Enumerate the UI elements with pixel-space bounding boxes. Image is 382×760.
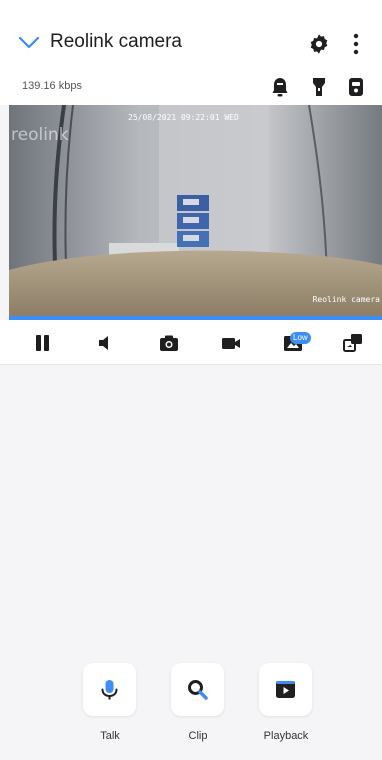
chevron-down-icon[interactable] — [18, 36, 40, 50]
search-icon — [188, 680, 208, 700]
record-video-icon[interactable] — [220, 332, 242, 354]
video-camera-label: Reolink camera — [312, 295, 380, 304]
camera-snapshot-icon[interactable] — [158, 332, 180, 354]
bitrate-readout: 139.16 kbps — [22, 80, 82, 92]
talk-button[interactable] — [83, 663, 136, 716]
gear-icon[interactable] — [308, 33, 330, 55]
video-watermark: reolink — [11, 125, 69, 145]
speaker-mute-icon[interactable] — [94, 332, 116, 354]
switch-view-icon[interactable] — [342, 332, 364, 354]
playback-label: Playback — [263, 730, 309, 742]
microphone-icon — [101, 680, 118, 700]
siren-alarm-icon[interactable] — [271, 77, 289, 97]
playback-toolbar — [0, 320, 382, 365]
clip-label: Clip — [188, 730, 208, 742]
page-title: Reolink camera — [50, 31, 182, 52]
playback-icon — [276, 681, 295, 698]
live-video-feed[interactable]: reolink 25/08/2021 09:22:01 WED Reolink … — [9, 105, 382, 317]
spotlight-icon[interactable] — [312, 77, 326, 97]
chime-icon[interactable] — [348, 77, 364, 97]
playback-button[interactable] — [259, 663, 312, 716]
quality-badge: Low — [290, 332, 311, 344]
more-options-icon[interactable] — [350, 32, 362, 56]
talk-label: Talk — [100, 730, 120, 742]
header: Reolink camera 139.16 kbps — [0, 0, 382, 105]
video-timestamp: 25/08/2021 09:22:01 WED — [128, 113, 239, 122]
pause-icon[interactable] — [32, 332, 54, 354]
clip-button[interactable] — [171, 663, 224, 716]
camera-live-view: Reolink camera 139.16 kbps reolink 25/08… — [0, 0, 382, 760]
